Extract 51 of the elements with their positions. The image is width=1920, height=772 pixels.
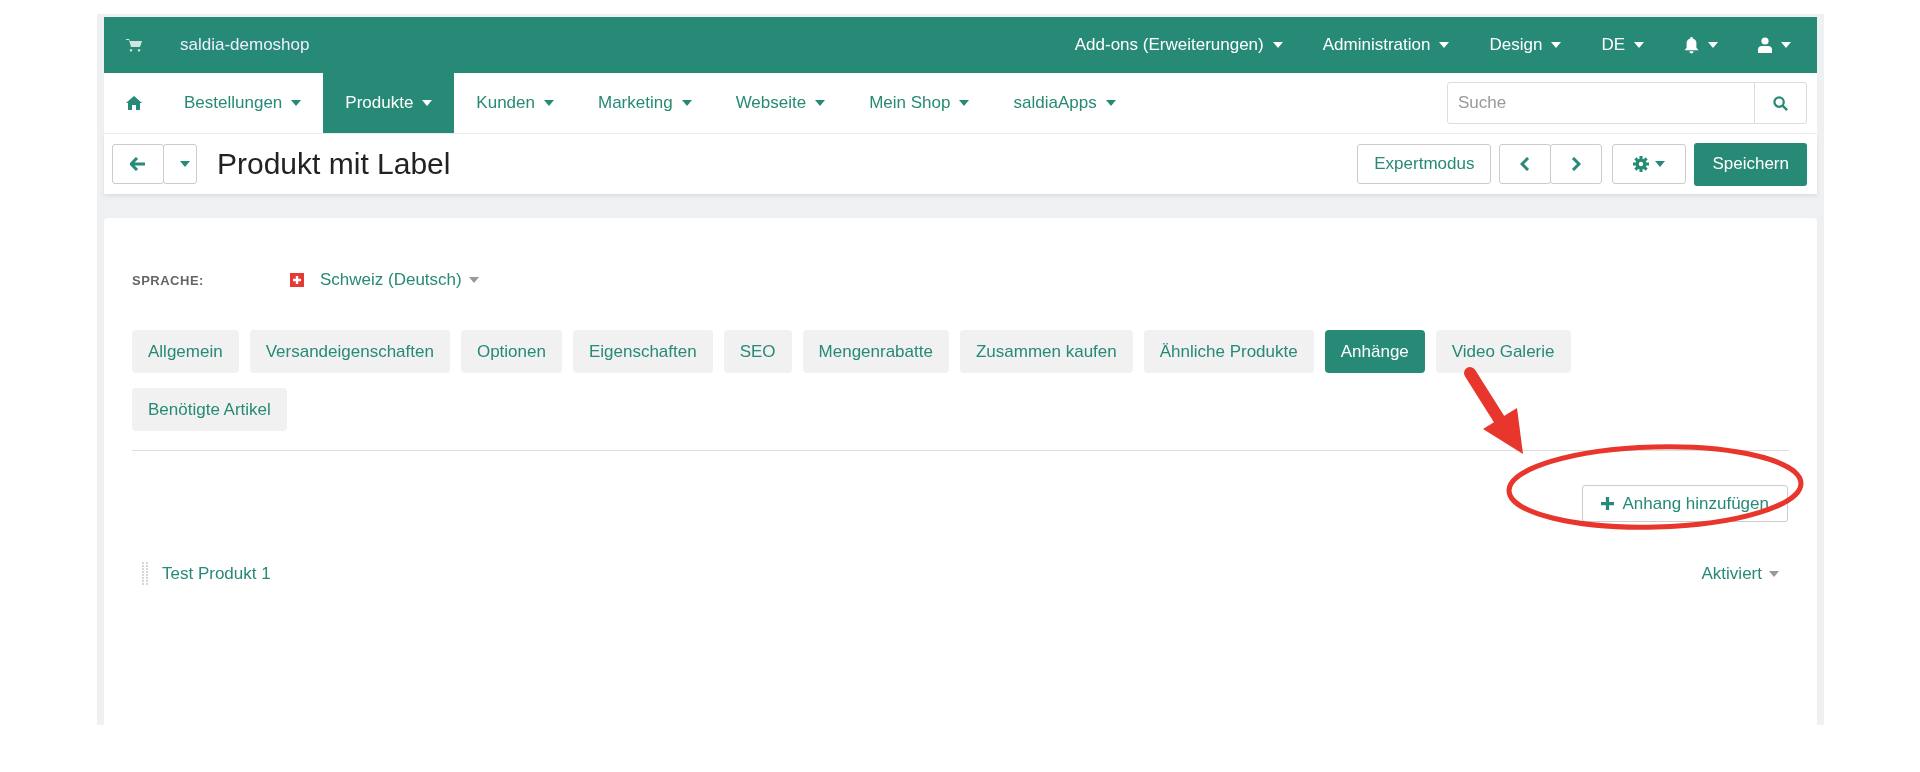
nav-menu-item[interactable]: Bestellungen	[162, 73, 324, 133]
language-label: SPRACHE:	[132, 272, 205, 288]
notifications-menu[interactable]	[1684, 36, 1718, 54]
chevron-left-icon	[1520, 157, 1531, 171]
user-icon	[1758, 37, 1772, 53]
add-attachment-button[interactable]: Anhang hinzufügen	[1582, 485, 1788, 522]
search-field[interactable]: Suche	[1447, 82, 1755, 124]
nav-menu-item[interactable]: Webseite	[713, 73, 848, 133]
search-button[interactable]	[1755, 82, 1807, 124]
tab[interactable]: Mengenrabatte	[802, 330, 949, 373]
nav-menu-item[interactable]: saldiaApps	[991, 73, 1138, 133]
attachment-name[interactable]: Test Produkt 1	[162, 564, 271, 584]
top-menu-item[interactable]: Administration	[1322, 35, 1450, 55]
plus-icon	[1601, 497, 1615, 510]
tab[interactable]: Ähnliche Produkte	[1143, 330, 1314, 373]
language-dropdown[interactable]: Schweiz (Deutsch)	[320, 270, 479, 290]
back-button[interactable]	[112, 144, 164, 184]
next-button[interactable]	[1550, 144, 1603, 184]
chevron-right-icon	[1571, 157, 1582, 171]
settings-button[interactable]	[1612, 144, 1687, 184]
tab[interactable]: Optionen	[460, 330, 562, 373]
cart-icon[interactable]	[126, 38, 142, 52]
status-dropdown[interactable]: Aktiviert	[1701, 564, 1779, 584]
bell-icon	[1684, 36, 1699, 54]
tab[interactable]: Allgemein	[132, 330, 239, 373]
gear-icon	[1633, 156, 1650, 172]
tab[interactable]: SEO	[723, 330, 792, 373]
nav-menu-item[interactable]: Produkte	[323, 73, 455, 133]
save-button[interactable]: Speichern	[1694, 142, 1807, 186]
tab[interactable]: Versandeigenschaften	[249, 330, 450, 373]
shop-name[interactable]: saldia-demoshop	[180, 35, 310, 55]
top-menu-item[interactable]: Design	[1489, 35, 1562, 55]
top-menu-item[interactable]: DE	[1601, 35, 1644, 55]
user-menu[interactable]	[1758, 37, 1791, 53]
expert-mode-button[interactable]: Expertmodus	[1357, 144, 1492, 184]
nav-menu-item[interactable]: Mein Shop	[847, 73, 992, 133]
drag-handle-icon[interactable]	[142, 562, 150, 586]
search-icon	[1773, 95, 1788, 111]
tab[interactable]: Anhänge	[1324, 330, 1425, 373]
tab[interactable]: Eigenschaften	[572, 330, 713, 373]
home-icon	[126, 96, 142, 110]
arrow-left-icon	[130, 157, 146, 171]
dropdown-button[interactable]	[163, 144, 197, 184]
flag-icon	[290, 273, 304, 287]
nav-menu-item[interactable]: Marketing	[576, 73, 714, 133]
tab[interactable]: Benötigte Artikel	[132, 388, 287, 431]
nav-menu-item[interactable]: Kunden	[454, 73, 576, 133]
tab[interactable]: Zusammen kaufen	[959, 330, 1133, 373]
top-menu-item[interactable]: Add-ons (Erweiterungen)	[1074, 35, 1283, 55]
page-title: Produkt mit Label	[217, 147, 451, 181]
tab[interactable]: Video Galerie	[1435, 330, 1571, 373]
